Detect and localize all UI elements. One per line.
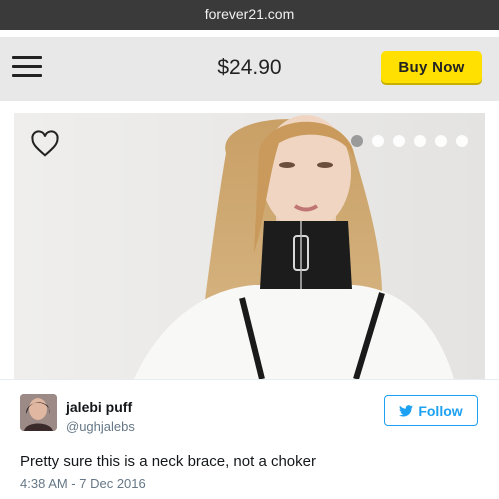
carousel-dot[interactable] [372, 135, 384, 147]
tweet-card: jalebi puff @ughjalebs Follow Pretty sur… [0, 379, 499, 499]
tweet-timestamp[interactable]: 4:38 AM - 7 Dec 2016 [20, 476, 146, 491]
url-bar[interactable]: forever21.com [0, 0, 499, 30]
carousel-dot[interactable] [414, 135, 426, 147]
image-carousel-dots [351, 135, 468, 147]
follow-button[interactable]: Follow [384, 395, 478, 426]
twitter-bird-icon [399, 404, 414, 417]
url-text: forever21.com [204, 6, 295, 22]
model-photo [14, 113, 485, 379]
follow-label: Follow [418, 402, 463, 419]
tweet-author-name[interactable]: jalebi puff [66, 399, 132, 415]
carousel-dot[interactable] [456, 135, 468, 147]
product-header: $24.90 Buy Now [0, 37, 499, 101]
carousel-dot[interactable] [435, 135, 447, 147]
avatar[interactable] [20, 394, 57, 431]
tweet-text: Pretty sure this is a neck brace, not a … [20, 453, 316, 470]
carousel-dot[interactable] [393, 135, 405, 147]
carousel-dot[interactable] [351, 135, 363, 147]
product-image[interactable] [14, 113, 485, 379]
buy-now-button[interactable]: Buy Now [381, 51, 482, 83]
tweet-author-handle[interactable]: @ughjalebs [66, 419, 135, 434]
heart-icon[interactable] [30, 129, 60, 159]
